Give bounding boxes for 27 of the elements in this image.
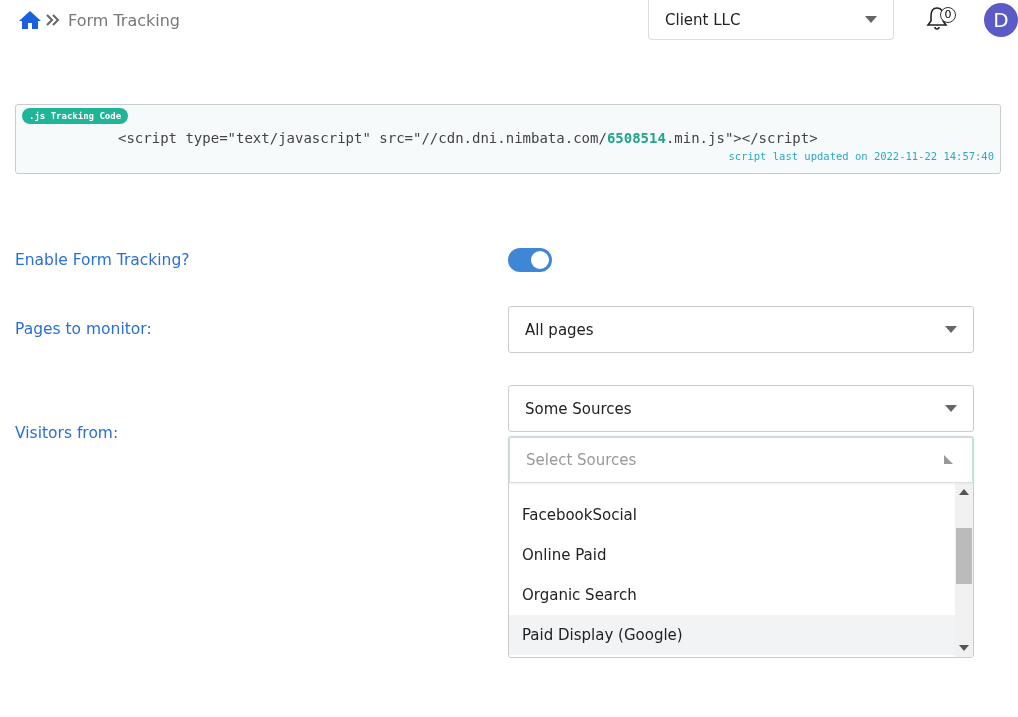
tracking-code-badge: .js Tracking Code bbox=[22, 108, 129, 124]
user-avatar[interactable]: D bbox=[984, 3, 1018, 37]
page-title: Form Tracking bbox=[68, 10, 180, 30]
caret-icon bbox=[945, 326, 957, 333]
source-option[interactable]: Online Paid bbox=[509, 535, 955, 575]
home-icon[interactable] bbox=[18, 10, 42, 30]
source-option[interactable]: Paid Display (Google) bbox=[509, 615, 955, 655]
scroll-down-icon[interactable] bbox=[959, 645, 969, 651]
source-option[interactable]: FacebookSocial bbox=[509, 495, 955, 535]
form-label: Enable Form Tracking? bbox=[15, 251, 191, 269]
pages-select[interactable]: All pages bbox=[508, 306, 974, 353]
toggle-switch[interactable] bbox=[508, 248, 552, 272]
source-option[interactable]: Organic Search bbox=[509, 575, 955, 615]
notification-count: 0 bbox=[940, 7, 956, 23]
form-label: Pages to monitor: bbox=[15, 320, 153, 338]
scroll-up-icon[interactable] bbox=[959, 489, 969, 495]
client-select[interactable]: Client LLC bbox=[648, 0, 894, 40]
caret-icon bbox=[945, 405, 957, 412]
scrollbar[interactable] bbox=[955, 483, 973, 657]
last-updated-text: script last updated on 2022-11-22 14:57:40 bbox=[728, 150, 994, 162]
visitors-select[interactable]: Some Sources bbox=[508, 385, 974, 432]
sources-search-field[interactable]: Select Sources bbox=[509, 437, 973, 483]
caret-icon bbox=[943, 455, 953, 464]
double-chevron-icon bbox=[46, 14, 60, 26]
caret-icon bbox=[865, 16, 877, 23]
form-label: Visitors from: bbox=[15, 424, 120, 442]
tracking-code: <script type="text/javascript" src="//cdn.dni.nimbata.com/6508514.min.js"></script> bbox=[118, 130, 818, 146]
